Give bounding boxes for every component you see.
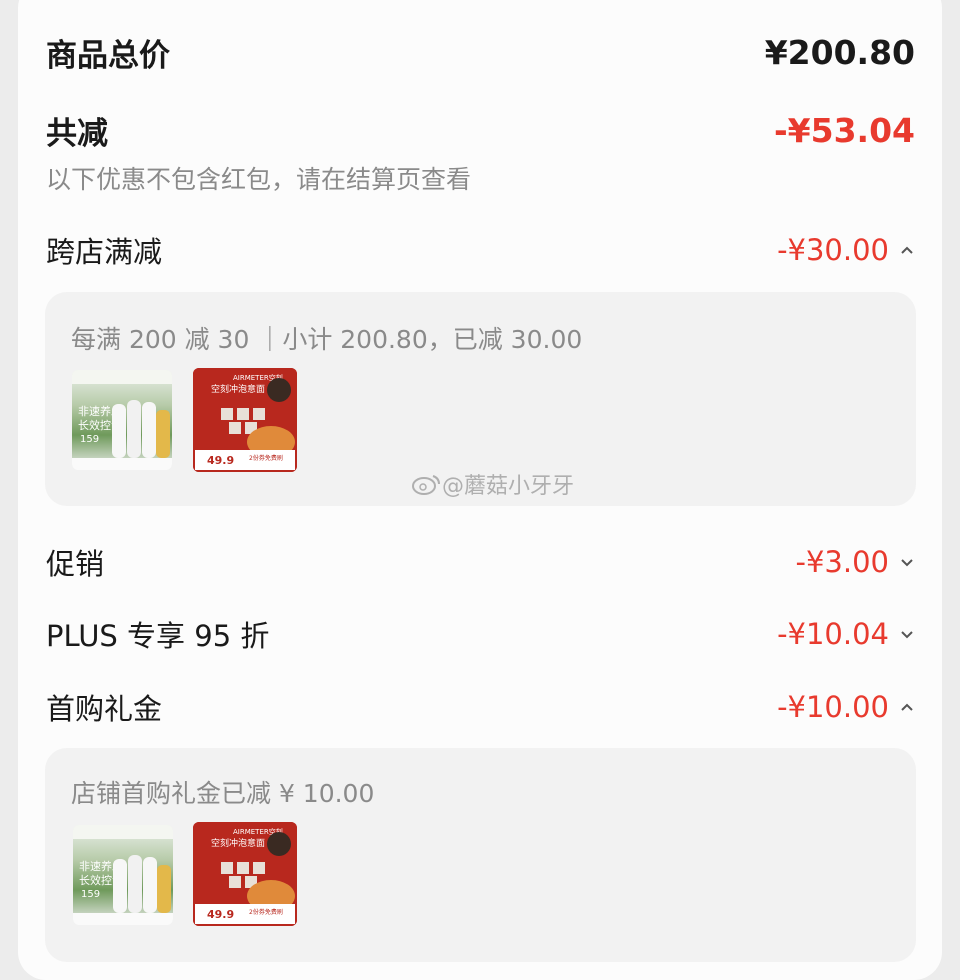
item-label: 首购礼金	[46, 692, 163, 726]
item-amount: -¥10.04	[777, 617, 889, 651]
item-amount: -¥10.00	[777, 690, 889, 724]
thumb-price: 159	[80, 434, 99, 445]
item-value: -¥10.04	[777, 617, 915, 651]
item-value: -¥10.00	[777, 690, 915, 724]
svg-text:159: 159	[81, 889, 100, 900]
item-label: PLUS 专享 95 折	[46, 619, 270, 653]
product-thumbnail-pasta[interactable]: AIRMETER空刻 空刻冲泡意面 5盒 49.9 2份券免费刷	[193, 822, 297, 926]
product-thumbnail-pasta[interactable]: AIRMETER空刻 空刻冲泡意面 5盒 49.9 2份券免费刷	[193, 368, 297, 472]
discount-value: -¥53.04	[773, 110, 915, 150]
svg-text:49.9: 49.9	[207, 908, 234, 921]
discount-row: 共减 -¥53.04	[46, 108, 915, 152]
item-row-promotion[interactable]: 促销 -¥3.00	[46, 540, 915, 584]
watermark-text: @蘑菇小牙牙	[442, 474, 575, 499]
chevron-up-icon[interactable]	[899, 699, 915, 715]
panel-text: 店铺首购礼金已减 ¥ 10.00	[71, 779, 375, 808]
item-value: -¥3.00	[796, 545, 916, 579]
discount-label: 共减	[46, 115, 108, 152]
total-row: 商品总价 ¥200.80	[46, 30, 915, 74]
panel-text: 每满 200 减 30 ｜小计 200.80，已减 30.00	[71, 325, 583, 354]
thumb-price: 49.9	[207, 454, 234, 467]
item-row-first-purchase[interactable]: 首购礼金 -¥10.00	[46, 685, 915, 729]
item-row-cross-store[interactable]: 跨店满减 -¥30.00	[46, 228, 915, 272]
svg-text:2份券免费刷: 2份券免费刷	[249, 908, 283, 916]
item-value: -¥30.00	[777, 233, 915, 267]
total-label: 商品总价	[46, 37, 170, 74]
item-row-plus-discount[interactable]: PLUS 专享 95 折 -¥10.04	[46, 612, 915, 656]
weibo-icon	[412, 475, 440, 495]
total-value: ¥200.80	[764, 32, 915, 72]
product-thumbnail-shampoo[interactable]: 非速养发 长效控油 159	[73, 825, 173, 925]
discount-note: 以下优惠不包含红包，请在结算页查看	[46, 165, 472, 194]
chevron-up-icon[interactable]	[899, 242, 915, 258]
item-label: 促销	[46, 547, 105, 581]
svg-text:2份券免费刷: 2份券免费刷	[249, 454, 283, 462]
chevron-down-icon[interactable]	[899, 554, 915, 570]
watermark: @蘑菇小牙牙	[412, 468, 574, 500]
item-amount: -¥30.00	[777, 233, 889, 267]
item-label: 跨店满减	[46, 235, 163, 269]
chevron-down-icon[interactable]	[899, 626, 915, 642]
item-amount: -¥3.00	[795, 545, 890, 579]
first-purchase-detail-panel: 店铺首购礼金已减 ¥ 10.00 非速养发 长效控油 159 AIRMETER空…	[45, 748, 916, 962]
product-thumbnail-shampoo[interactable]: 非速养发 长效控油 159	[72, 370, 172, 470]
